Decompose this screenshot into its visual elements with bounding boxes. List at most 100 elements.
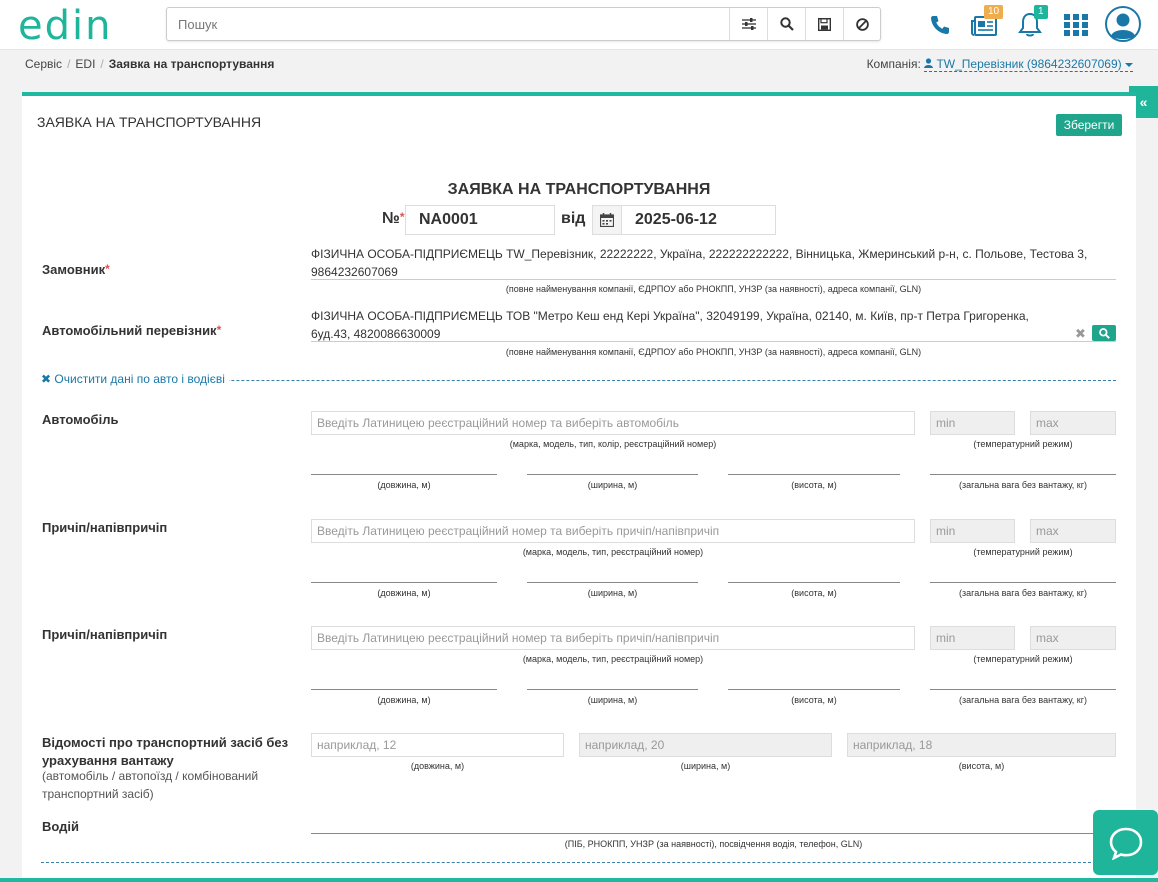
driver-field[interactable] bbox=[311, 833, 1116, 834]
carrier-label: Автомобільний перевізник* bbox=[42, 323, 222, 338]
breadcrumb-item-service[interactable]: Сервіс bbox=[25, 57, 62, 71]
edin-logo[interactable]: edin bbox=[18, 6, 112, 46]
trailer1-hint: (марка, модель, тип, реєстраційний номер… bbox=[522, 547, 704, 557]
trailer2-height-field[interactable] bbox=[728, 689, 900, 690]
trailer1-length-field[interactable] bbox=[311, 582, 497, 583]
top-bar: edin 10 1 bbox=[0, 0, 1158, 50]
trailer1-weight-hint: (загальна вага без вантажу, кг) bbox=[958, 588, 1088, 598]
customer-hint: (повне найменування компанії, ЄДРПОУ або… bbox=[505, 284, 922, 294]
vehicle-width-hint: (ширина, м) bbox=[587, 480, 638, 490]
clear-vehicle-driver-link[interactable]: ✖ Очистити дані по авто і водієві bbox=[41, 372, 229, 386]
grid-icon bbox=[1064, 14, 1088, 36]
carrier-line-2: 6уд.43, 4820086630009 bbox=[311, 327, 441, 341]
user-small-icon bbox=[924, 58, 934, 68]
vehicle-temp-hint: (температурний режим) bbox=[973, 439, 1073, 449]
vehicle-weight-field[interactable] bbox=[930, 474, 1116, 475]
empty-vehicle-height-input[interactable]: наприклад, 18 bbox=[847, 733, 1116, 757]
empty-vehicle-length-input[interactable]: наприклад, 12 bbox=[311, 733, 564, 757]
filter-settings-button[interactable] bbox=[729, 8, 767, 40]
number-label: №* bbox=[382, 210, 405, 227]
vehicle-temp-max[interactable]: max bbox=[1030, 411, 1116, 435]
driver-label: Водій bbox=[42, 819, 80, 834]
phone-button[interactable] bbox=[924, 9, 956, 41]
bottom-divider bbox=[41, 862, 1116, 863]
trailer2-height-hint: (висота, м) bbox=[791, 695, 837, 705]
trailer2-length-field[interactable] bbox=[311, 689, 497, 690]
double-chevron-left-icon: « bbox=[1139, 94, 1148, 110]
trailer1-width-hint: (ширина, м) bbox=[587, 588, 638, 598]
empty-vehicle-height-hint: (висота, м) bbox=[958, 761, 1005, 771]
vehicle-length-hint: (довжина, м) bbox=[377, 480, 431, 490]
apps-button[interactable] bbox=[1060, 9, 1092, 41]
news-badge: 10 bbox=[984, 5, 1004, 19]
carrier-field[interactable]: ФІЗИЧНА ОСОБА-ПІДПРИЄМЕЦЬ ТОВ "Метро Кеш… bbox=[311, 307, 1116, 342]
trailer1-length-hint: (довжина, м) bbox=[377, 588, 431, 598]
company-dropdown[interactable]: TW_Перевізник (9864232607069) bbox=[924, 57, 1133, 72]
search-button[interactable] bbox=[767, 8, 805, 40]
company-name: TW_Перевізник (9864232607069) bbox=[936, 57, 1122, 71]
document-card: ЗАЯВКА НА ТРАНСПОРТУВАННЯ Зберегти ЗАЯВК… bbox=[22, 92, 1136, 882]
company-selector: Компанія: TW_Перевізник (9864232607069) bbox=[866, 57, 1133, 72]
trailer1-temp-min[interactable]: min bbox=[930, 519, 1015, 543]
vehicle-length-field[interactable] bbox=[311, 474, 497, 475]
card-title: ЗАЯВКА НА ТРАНСПОРТУВАННЯ bbox=[37, 114, 262, 130]
required-mark: * bbox=[399, 210, 405, 224]
empty-vehicle-label: Відомості про транспортний засіб без ура… bbox=[42, 735, 289, 768]
search-bar bbox=[166, 7, 881, 41]
breadcrumb: Сервіс / EDI / Заявка на транспортування bbox=[25, 57, 275, 71]
notifications-button[interactable]: 1 bbox=[1014, 5, 1048, 41]
trailer2-temp-max[interactable]: max bbox=[1030, 626, 1116, 650]
calendar-icon bbox=[600, 213, 614, 227]
trailer2-length-hint: (довжина, м) bbox=[377, 695, 431, 705]
reset-search-button[interactable] bbox=[843, 8, 881, 40]
trailer1-weight-field[interactable] bbox=[930, 582, 1116, 583]
vehicle-height-field[interactable] bbox=[728, 474, 900, 475]
customer-label: Замовник* bbox=[42, 262, 110, 277]
trailer2-temp-hint: (температурний режим) bbox=[973, 654, 1073, 664]
trailer1-input[interactable]: Введіть Латиницею реєстраційний номер та… bbox=[311, 519, 915, 543]
customer-field[interactable]: ФІЗИЧНА ОСОБА-ПІДПРИЄМЕЦЬ TW_Перевізник,… bbox=[311, 245, 1116, 280]
company-label: Компанія: bbox=[866, 57, 921, 71]
carrier-hint: (повне найменування компанії, ЄДРПОУ або… bbox=[505, 347, 922, 357]
trailer2-temp-min[interactable]: min bbox=[930, 626, 1015, 650]
calendar-button[interactable] bbox=[592, 205, 622, 235]
trailer1-label: Причіп/напівпричіп bbox=[42, 520, 168, 535]
vehicle-input[interactable]: Введіть Латиницею реєстраційний номер та… bbox=[311, 411, 915, 435]
news-button[interactable]: 10 bbox=[968, 5, 1004, 41]
trailer2-weight-field[interactable] bbox=[930, 689, 1116, 690]
caret-down-icon bbox=[1125, 63, 1133, 67]
trailer2-input[interactable]: Введіть Латиницею реєстраційний номер та… bbox=[311, 626, 915, 650]
vehicle-label: Автомобіль bbox=[42, 412, 119, 427]
clear-carrier-icon[interactable]: ✖ bbox=[1075, 326, 1086, 342]
document-number-field[interactable]: NA0001 bbox=[405, 205, 555, 235]
search-input[interactable] bbox=[167, 8, 733, 40]
driver-hint: (ПІБ, РНОКПП, УНЗР (за наявності), посві… bbox=[564, 839, 863, 849]
breadcrumb-item-edi[interactable]: EDI bbox=[75, 57, 95, 71]
trailer2-weight-hint: (загальна вага без вантажу, кг) bbox=[958, 695, 1088, 705]
empty-vehicle-width-hint: (ширина, м) bbox=[680, 761, 731, 771]
customer-line-1: ФІЗИЧНА ОСОБА-ПІДПРИЄМЕЦЬ TW_Перевізник,… bbox=[311, 247, 1088, 261]
empty-vehicle-width-input[interactable]: наприклад, 20 bbox=[579, 733, 832, 757]
user-avatar[interactable] bbox=[1104, 5, 1142, 43]
save-search-button[interactable] bbox=[805, 8, 843, 40]
trailer2-width-field[interactable] bbox=[527, 689, 698, 690]
breadcrumb-current: Заявка на транспортування bbox=[108, 57, 275, 71]
user-icon bbox=[1105, 6, 1141, 42]
vehicle-width-field[interactable] bbox=[527, 474, 698, 475]
search-icon bbox=[1098, 327, 1110, 339]
empty-vehicle-sublabel: (автомобіль / автопоїзд / комбінований т… bbox=[42, 769, 259, 801]
save-button[interactable]: Зберегти bbox=[1056, 114, 1122, 136]
empty-vehicle-length-hint: (довжина, м) bbox=[410, 761, 465, 771]
chat-button[interactable] bbox=[1093, 810, 1158, 875]
floppy-icon bbox=[818, 17, 831, 31]
trailer1-temp-max[interactable]: max bbox=[1030, 519, 1116, 543]
trailer1-height-field[interactable] bbox=[728, 582, 900, 583]
phone-icon bbox=[931, 16, 949, 34]
vehicle-temp-min[interactable]: min bbox=[930, 411, 1015, 435]
trailer2-width-hint: (ширина, м) bbox=[587, 695, 638, 705]
trailer1-width-field[interactable] bbox=[527, 582, 698, 583]
sliders-icon bbox=[741, 18, 756, 30]
document-date-field[interactable]: 2025-06-12 bbox=[621, 205, 776, 235]
carrier-search-button[interactable] bbox=[1092, 325, 1116, 341]
bottom-accent-bar bbox=[0, 878, 1158, 882]
